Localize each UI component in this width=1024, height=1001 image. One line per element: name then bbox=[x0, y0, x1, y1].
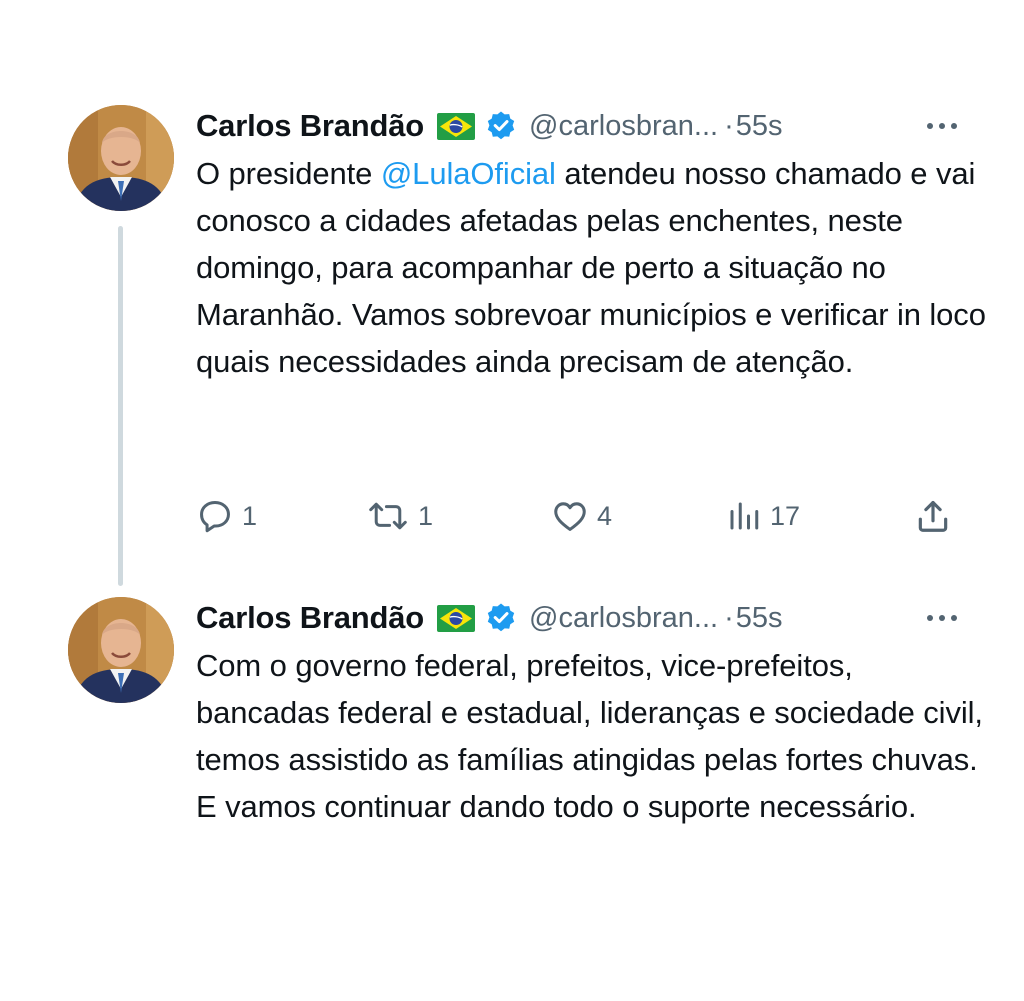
tweet-text: Com o governo federal, prefeitos, vice-p… bbox=[196, 648, 983, 824]
tweet-text-part: O presidente bbox=[196, 156, 381, 191]
avatar[interactable] bbox=[68, 105, 174, 211]
views-button[interactable]: 17 bbox=[726, 496, 800, 536]
reply-button[interactable]: 1 bbox=[196, 496, 257, 536]
separator-dot: · bbox=[724, 109, 734, 142]
repost-count: 1 bbox=[418, 500, 434, 531]
separator-dot: · bbox=[724, 601, 734, 634]
like-count: 4 bbox=[597, 500, 613, 531]
author-name[interactable]: Carlos Brandão bbox=[196, 600, 424, 636]
reply-icon bbox=[200, 501, 230, 533]
repost-icon bbox=[369, 502, 407, 530]
like-button[interactable]: 4 bbox=[551, 496, 612, 536]
timestamp[interactable]: 55s bbox=[736, 110, 783, 143]
tweet-text: O presidente @LulaOficial atendeu nosso … bbox=[196, 150, 986, 385]
brazil-flag-icon bbox=[437, 604, 476, 632]
reply-count: 1 bbox=[242, 500, 258, 531]
avatar[interactable] bbox=[68, 597, 174, 703]
analytics-icon bbox=[730, 502, 759, 530]
more-options-icon[interactable] bbox=[922, 104, 962, 148]
thread-connector-line bbox=[118, 226, 123, 586]
mention-link[interactable]: @LulaOficial bbox=[381, 156, 556, 191]
author-handle[interactable]: @carlosbran... bbox=[529, 602, 718, 635]
share-icon bbox=[918, 500, 948, 532]
views-count: 17 bbox=[770, 500, 801, 531]
author-name[interactable]: Carlos Brandão bbox=[196, 108, 424, 144]
heart-icon bbox=[554, 502, 586, 531]
share-button[interactable] bbox=[914, 496, 960, 536]
verified-badge-icon bbox=[485, 110, 517, 142]
repost-button[interactable]: 1 bbox=[366, 496, 433, 536]
brazil-flag-icon bbox=[437, 112, 476, 140]
timestamp[interactable]: 55s bbox=[736, 602, 783, 635]
tweet-header: Carlos Brandão @carlosbran... · 55s bbox=[196, 104, 966, 148]
more-options-icon[interactable] bbox=[922, 596, 962, 640]
author-handle[interactable]: @carlosbran... bbox=[529, 110, 718, 143]
tweet-header: Carlos Brandão @carlosbran... · 55s bbox=[196, 596, 966, 640]
verified-badge-icon bbox=[485, 602, 517, 634]
tweet-actions: 1 1 4 17 bbox=[196, 496, 956, 536]
